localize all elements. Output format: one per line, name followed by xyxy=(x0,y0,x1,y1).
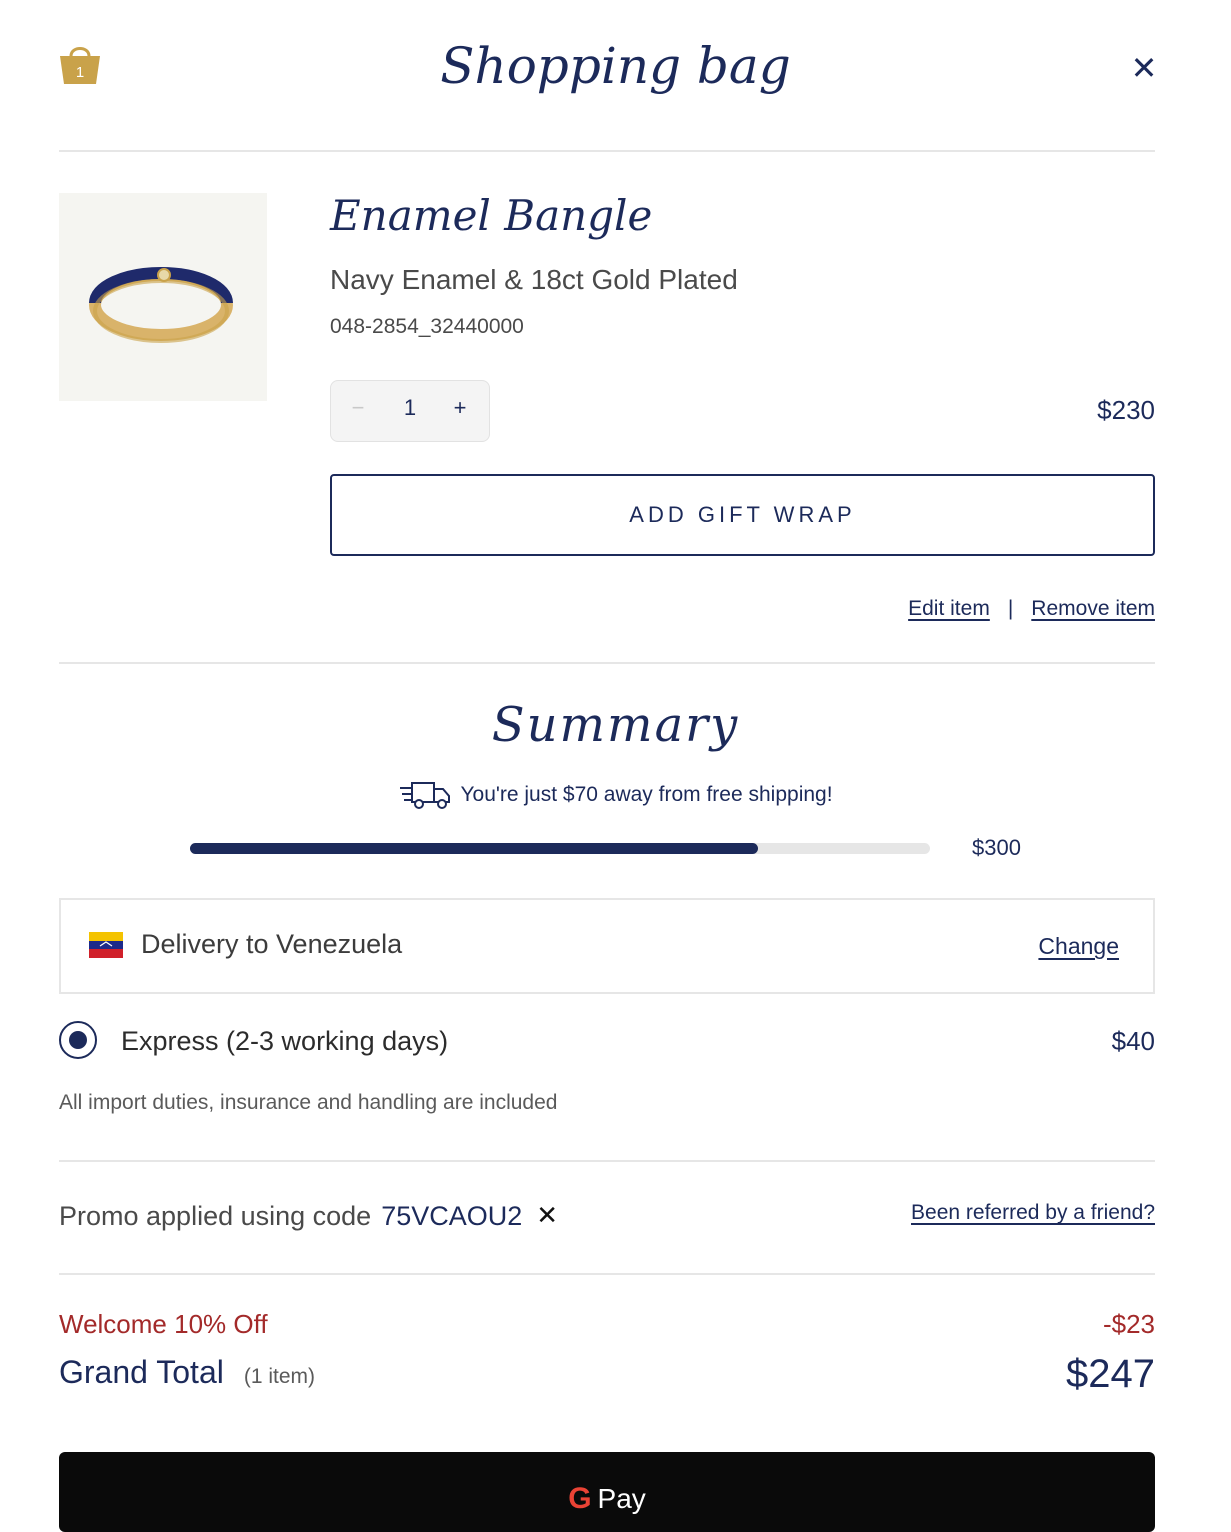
referral-link[interactable]: Been referred by a friend? xyxy=(911,1198,1155,1228)
free-shipping-text: You're just $70 away from free shipping! xyxy=(460,783,833,806)
product-sku: 048-2854_32440000 xyxy=(330,315,524,338)
divider xyxy=(59,150,1155,152)
grand-total-row: Grand Total (1 item) xyxy=(59,1354,315,1391)
promo-prefix: Promo applied using code xyxy=(59,1201,372,1231)
grand-total-value: $247 xyxy=(1066,1352,1155,1396)
add-gift-wrap-label: ADD GIFT WRAP xyxy=(629,502,856,527)
discount-value: -$23 xyxy=(1102,1309,1155,1339)
shipping-progress-fill xyxy=(190,843,758,854)
delivery-country-box: Delivery to Venezuela Change xyxy=(59,898,1155,994)
quantity-stepper: − 1 + xyxy=(330,380,490,442)
venezuela-flag-icon xyxy=(89,932,123,958)
delivery-truck-icon xyxy=(400,782,451,809)
page-title: Shopping bag xyxy=(440,37,791,95)
remove-promo-icon[interactable]: ✕ xyxy=(536,1198,558,1234)
promo-applied: Promo applied using code 75VCAOU2 ✕ xyxy=(59,1198,558,1234)
product-image[interactable] xyxy=(59,193,267,401)
express-option-price: $40 xyxy=(1111,1026,1155,1056)
edit-item-link[interactable]: Edit item xyxy=(908,594,990,624)
express-radio-dot xyxy=(69,1031,87,1049)
product-name[interactable]: Enamel Bangle xyxy=(330,188,652,244)
action-separator: | xyxy=(1007,597,1014,620)
decrement-button[interactable]: − xyxy=(345,395,371,421)
quantity-value[interactable]: 1 xyxy=(397,395,423,421)
google-pay-button[interactable]: G Pay xyxy=(59,1452,1155,1532)
divider xyxy=(59,1160,1155,1162)
shipping-progress-bar xyxy=(190,843,930,854)
change-country-link[interactable]: Change xyxy=(1038,930,1119,962)
express-option-label[interactable]: Express (2-3 working days) xyxy=(121,1024,448,1058)
discount-label: Welcome 10% Off xyxy=(59,1309,268,1339)
free-shipping-message: You're just $70 away from free shipping! xyxy=(0,780,1231,810)
delivery-country-label: Delivery to Venezuela xyxy=(141,929,403,959)
add-gift-wrap-button[interactable]: ADD GIFT WRAP xyxy=(330,474,1155,556)
product-variant: Navy Enamel & 18ct Gold Plated xyxy=(330,264,738,295)
increment-button[interactable]: + xyxy=(447,395,473,421)
express-radio[interactable] xyxy=(59,1021,97,1059)
grand-total-label: Grand Total xyxy=(59,1354,224,1390)
google-g-icon: G xyxy=(568,1482,592,1515)
item-price: $230 xyxy=(1097,395,1155,425)
divider xyxy=(59,662,1155,664)
item-count: (1 item) xyxy=(243,1365,316,1388)
duties-note: All import duties, insurance and handlin… xyxy=(59,1091,558,1114)
remove-item-link[interactable]: Remove item xyxy=(1031,594,1155,624)
close-icon[interactable]: ✕ xyxy=(1124,48,1164,88)
free-shipping-threshold: $300 xyxy=(972,835,1021,860)
divider xyxy=(59,1273,1155,1275)
summary-title: Summary xyxy=(491,697,740,753)
promo-code: 75VCAOU2 xyxy=(381,1201,523,1231)
gpay-label: Pay xyxy=(597,1483,646,1514)
item-actions: Edit item | Remove item xyxy=(908,594,1155,624)
